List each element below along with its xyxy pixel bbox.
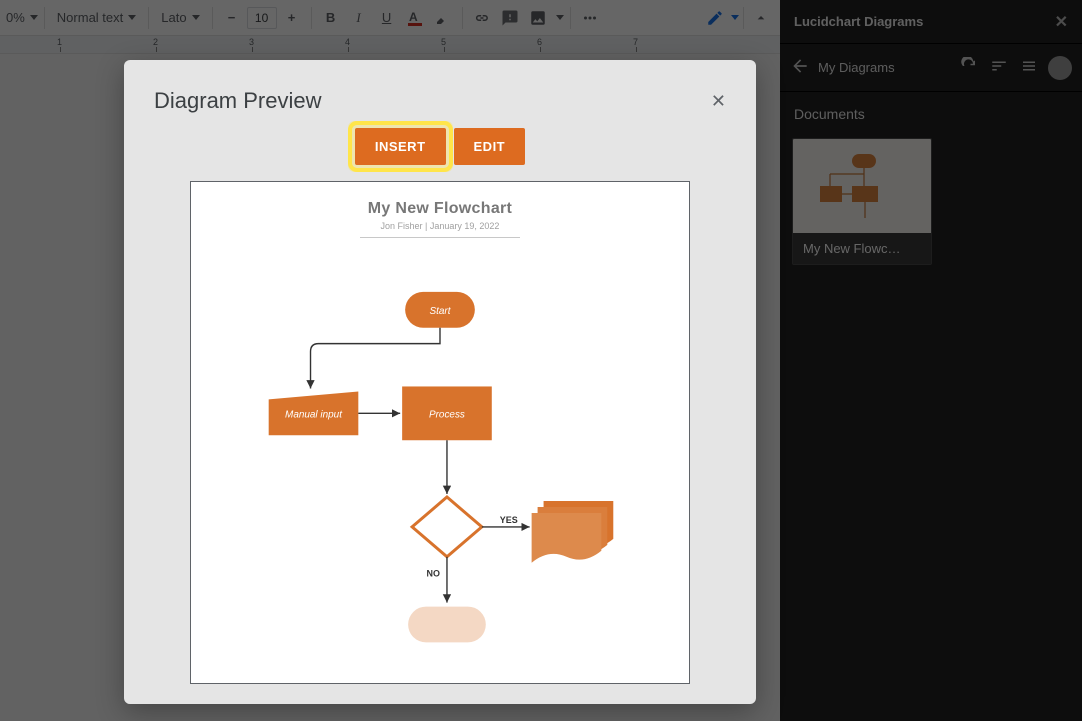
title-underline bbox=[360, 237, 520, 238]
close-modal-button[interactable]: ✕ bbox=[711, 91, 726, 112]
flowchart-subtitle: Jon Fisher | January 19, 2022 bbox=[191, 221, 689, 231]
flow-process-label: Process bbox=[429, 409, 465, 420]
flow-manual-label: Manual input bbox=[285, 409, 343, 420]
flow-no-label: NO bbox=[427, 569, 440, 579]
flow-start-label: Start bbox=[429, 306, 451, 317]
modal-title: Diagram Preview bbox=[154, 88, 322, 114]
insert-button[interactable]: INSERT bbox=[355, 128, 446, 165]
diagram-preview-modal: Diagram Preview ✕ INSERT EDIT My New Flo… bbox=[124, 60, 756, 704]
flowchart-title: My New Flowchart bbox=[191, 200, 689, 218]
flow-yes-label: YES bbox=[500, 515, 518, 525]
edit-button[interactable]: EDIT bbox=[454, 128, 526, 165]
flowchart-svg: Start Manual input Process YES bbox=[191, 252, 689, 710]
diagram-preview: My New Flowchart Jon Fisher | January 19… bbox=[190, 181, 690, 684]
